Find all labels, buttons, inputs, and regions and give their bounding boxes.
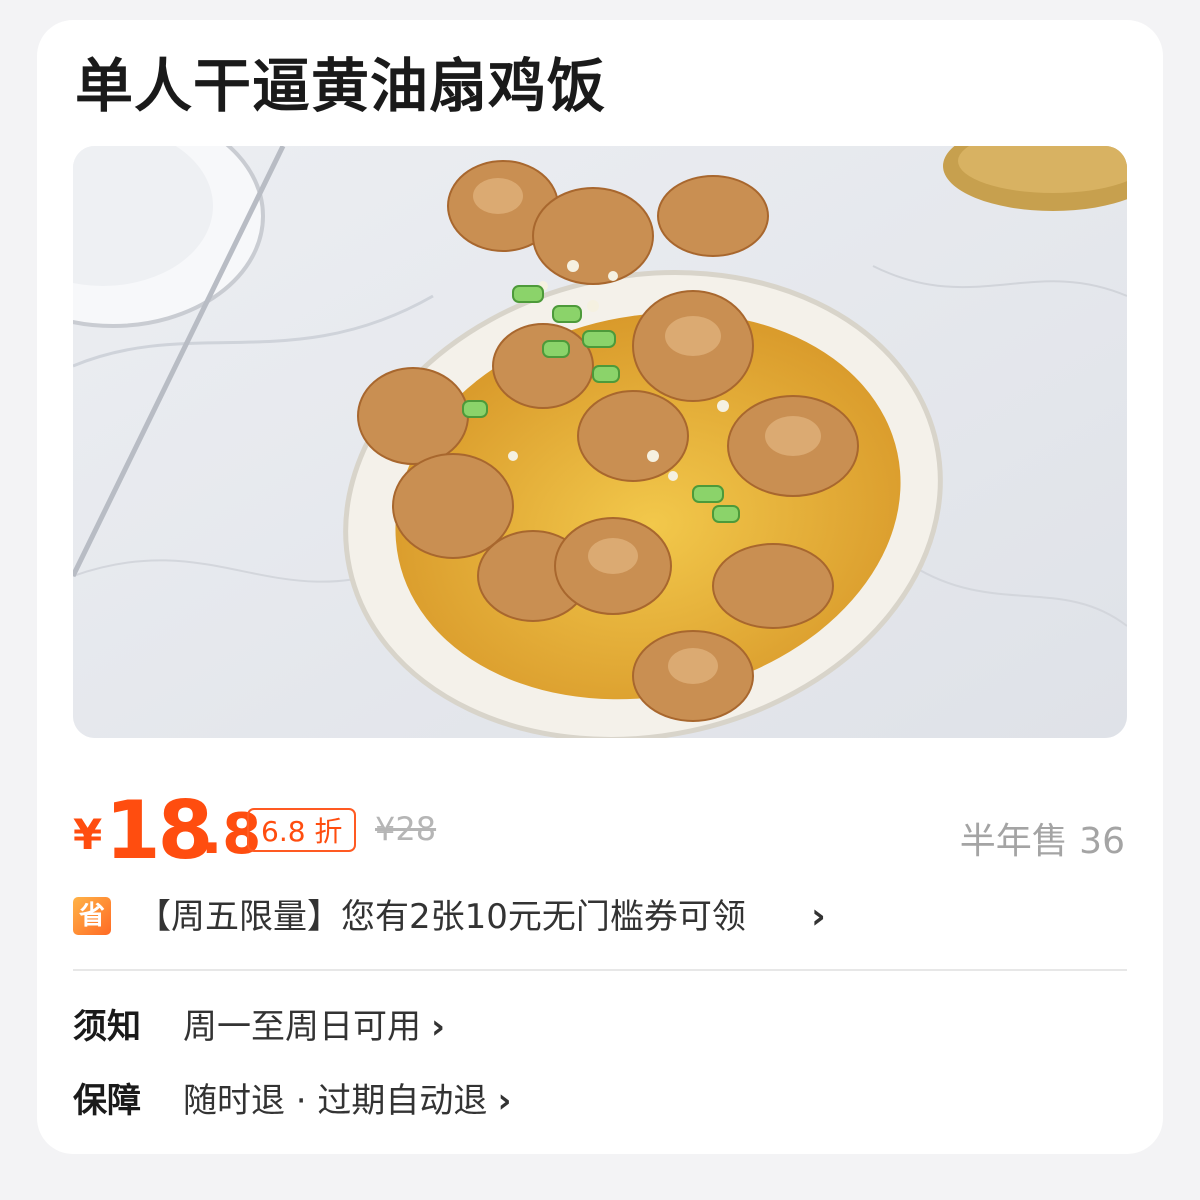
notice-value: 周一至周日可用 › xyxy=(183,1002,445,1052)
product-title: 单人干逼黄油扇鸡饭 xyxy=(75,52,607,120)
guarantee-label: 保障 xyxy=(73,1081,141,1121)
product-card: 单人干逼黄油扇鸡饭 ¥ 18 .8 6.8 折 ¥28 半年售 36 省 【周五… xyxy=(37,20,1163,1154)
price-integer: 18 xyxy=(105,784,213,877)
notice-row[interactable]: 须知 周一至周日可用 › xyxy=(73,1002,1127,1052)
discount-badge: 6.8 折 xyxy=(247,808,357,852)
save-badge-icon: 省 xyxy=(73,897,111,935)
original-price: ¥28 xyxy=(375,810,437,848)
food-photo[interactable] xyxy=(73,146,1127,738)
notice-label: 须知 xyxy=(73,1007,141,1047)
guarantee-row[interactable]: 保障 随时退 · 过期自动退 › xyxy=(73,1076,1127,1126)
divider xyxy=(73,969,1127,971)
chevron-right-icon: › xyxy=(811,896,826,937)
sales-count: 半年售 36 xyxy=(959,821,1125,862)
coupon-text: 【周五限量】您有2张10元无门槛券可领 xyxy=(137,897,746,937)
currency-symbol: ¥ xyxy=(73,810,103,859)
guarantee-text: 随时退 · 过期自动退 xyxy=(183,1081,488,1121)
chevron-right-icon: › xyxy=(497,1081,512,1121)
coupon-row[interactable]: 省 【周五限量】您有2张10元无门槛券可领 › xyxy=(73,894,1127,940)
guarantee-value: 随时退 · 过期自动退 › xyxy=(183,1076,511,1126)
chevron-right-icon: › xyxy=(431,1007,446,1047)
price-row: ¥ 18 .8 6.8 折 ¥28 半年售 36 xyxy=(73,784,1127,877)
notice-text: 周一至周日可用 xyxy=(183,1007,421,1047)
food-photo-illustration xyxy=(73,146,1127,738)
